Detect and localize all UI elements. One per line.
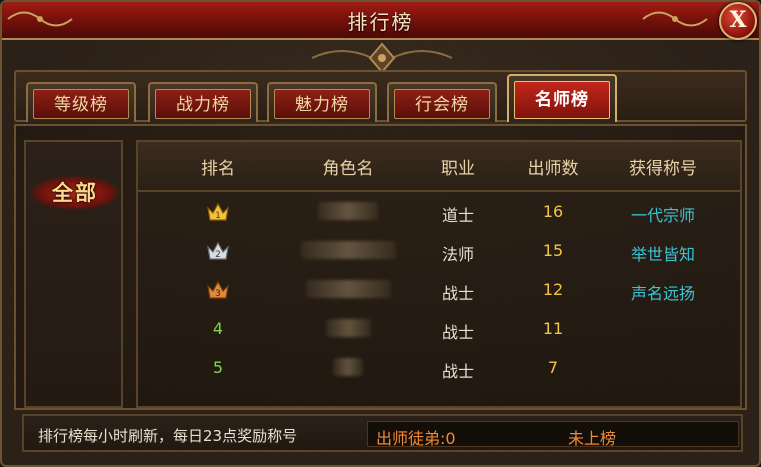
ranking-table: 排名 角色名 职业 出师数 获得称号 1 道士 16 一代宗师 2 法师 15 … [136,140,742,408]
tab-label: 行会榜 [394,89,490,119]
tab-label: 魅力榜 [274,89,370,119]
ranking-window: 排行榜 X 等级榜 战力榜 魅力榜 行会榜 名师榜 全部 排名 角色名 职业 出… [0,0,761,467]
table-row[interactable]: 5 战士 7 [138,350,740,389]
tab-level-ranking[interactable]: 等级榜 [26,82,136,122]
apprentice-count: 出师徒弟:0 [376,429,456,448]
close-icon: X [729,7,747,33]
tab-charm-ranking[interactable]: 魅力榜 [267,82,377,122]
blurred-name [325,319,371,337]
title-cell: 一代宗师 [630,206,695,225]
blurred-name [305,280,391,298]
silver-crown-icon: 2 [205,239,231,263]
tab-label: 名师榜 [514,81,610,119]
table-header: 排名 角色名 职业 出师数 获得称号 [138,142,740,192]
center-ornament-icon [302,40,462,74]
count-cell: 12 [542,280,564,299]
role-name-cell [278,241,418,263]
refresh-note: 排行榜每小时刷新，每日23点奖励称号 [38,427,298,445]
category-all-button[interactable]: 全部 [30,176,120,210]
blurred-name [333,358,363,376]
footer-bar: 排行榜每小时刷新，每日23点奖励称号 出师徒弟:0 未上榜 [22,414,743,452]
role-name-cell [278,202,418,224]
table-row[interactable]: 4 战士 11 [138,311,740,350]
count-cell: 15 [542,241,564,260]
title-bar[interactable]: 排行榜 [2,2,759,40]
table-row[interactable]: 3 战士 12 声名远扬 [138,272,740,311]
header-count: 出师数 [527,159,579,179]
tab-master-ranking[interactable]: 名师榜 [507,74,617,122]
gold-crown-icon: 1 [205,200,231,224]
rank-cell: 4 [212,319,224,338]
count-cell: 16 [542,202,564,221]
right-corner-ornament-icon [641,4,711,34]
table-row[interactable]: 1 道士 16 一代宗师 [138,194,740,233]
tab-label: 等级榜 [33,89,129,119]
my-rank-status-box: 出师徒弟:0 未上榜 [367,421,739,448]
blurred-name [300,241,396,259]
tab-power-ranking[interactable]: 战力榜 [148,82,258,122]
header-rank: 排名 [201,159,235,179]
title-cell: 举世皆知 [630,245,695,264]
svg-text:3: 3 [215,289,221,299]
my-rank-status: 未上榜 [568,429,617,448]
tab-guild-ranking[interactable]: 行会榜 [387,82,497,122]
rank-cell: 2 [178,241,258,269]
header-name: 角色名 [322,159,374,179]
rank-cell: 3 [178,280,258,308]
svg-text:2: 2 [215,250,221,260]
close-button[interactable]: X [719,2,757,40]
svg-text:1: 1 [215,211,221,221]
title-cell: 声名远扬 [630,284,695,303]
rank-cell: 1 [178,202,258,230]
role-name-cell [278,358,418,380]
table-row[interactable]: 2 法师 15 举世皆知 [138,233,740,272]
role-name-cell [278,319,418,341]
bronze-crown-icon: 3 [205,278,231,302]
blurred-name [318,202,378,220]
header-title: 获得称号 [629,159,697,179]
rank-cell: 5 [212,358,224,377]
role-name-cell [278,280,418,302]
count-cell: 11 [542,319,564,338]
tab-label: 战力榜 [155,89,251,119]
count-cell: 7 [547,358,559,377]
